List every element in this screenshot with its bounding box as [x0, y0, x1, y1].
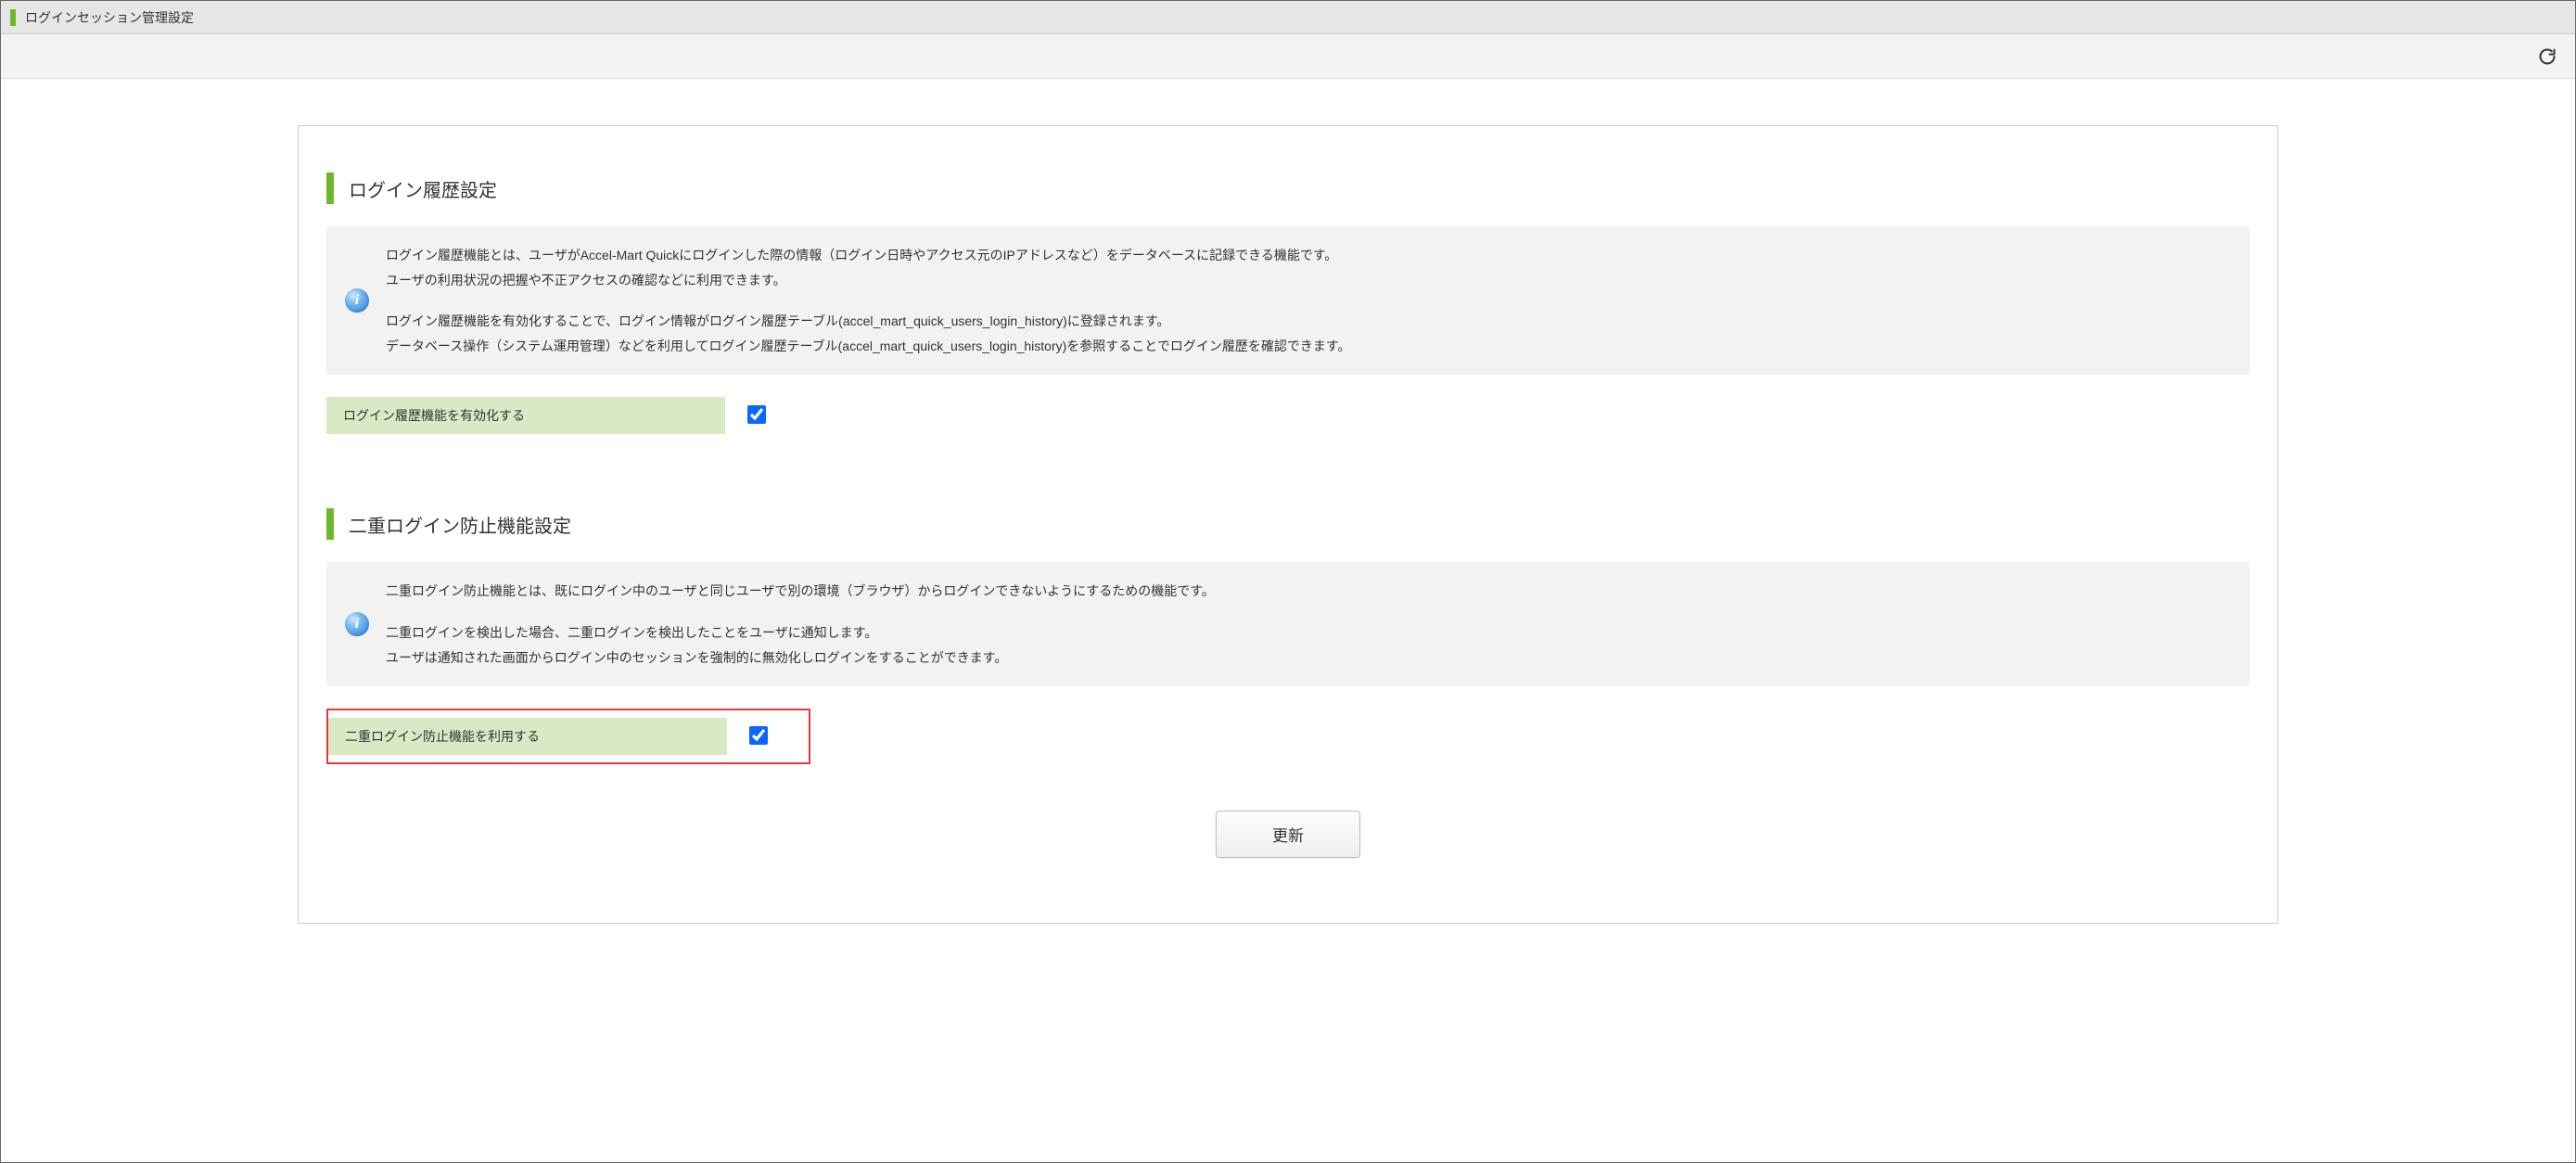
info-icon: i — [345, 612, 369, 636]
section-heading-double-login: 二重ログイン防止機能設定 — [326, 508, 2250, 540]
update-button[interactable]: 更新 — [1216, 811, 1360, 858]
app-frame: ログインセッション管理設定 ログイン履歴設定 i ログイン履歴機能とは、ユーザが… — [0, 0, 2576, 1163]
section-title-login-history: ログイン履歴設定 — [349, 175, 497, 202]
info-text-login-history: ログイン履歴機能とは、ユーザがAccel-Mart Quickにログインした際の… — [386, 243, 2231, 358]
field-label-login-history-enable: ログイン履歴機能を有効化する — [326, 397, 725, 434]
checkbox-double-login-enable[interactable] — [749, 726, 768, 745]
title-accent — [10, 9, 16, 26]
info-line: ユーザの利用状況の把握や不正アクセスの確認などに利用できます。 — [386, 268, 2231, 293]
section-heading-login-history: ログイン履歴設定 — [326, 173, 2250, 204]
section-title-double-login: 二重ログイン防止機能設定 — [349, 511, 571, 538]
settings-panel: ログイン履歴設定 i ログイン履歴機能とは、ユーザがAccel-Mart Qui… — [298, 125, 2278, 924]
section-accent — [326, 173, 334, 204]
info-line: 二重ログインを検出した場合、二重ログインを検出したことをユーザに通知します。 — [386, 620, 2231, 645]
page-title: ログインセッション管理設定 — [25, 8, 194, 27]
info-text-double-login: 二重ログイン防止機能とは、既にログイン中のユーザと同じユーザで別の環境（ブラウザ… — [386, 579, 2231, 670]
field-row-login-history-enable: ログイン履歴機能を有効化する — [326, 397, 2250, 434]
section-accent — [326, 508, 334, 540]
action-row: 更新 — [326, 811, 2250, 858]
refresh-icon[interactable] — [2538, 47, 2557, 66]
field-control — [725, 405, 766, 427]
info-line: データベース操作（システム運用管理）などを利用してログイン履歴テーブル(acce… — [386, 334, 2231, 359]
info-line: 二重ログイン防止機能とは、既にログイン中のユーザと同じユーザで別の環境（ブラウザ… — [386, 579, 2231, 604]
info-box-double-login: i 二重ログイン防止機能とは、既にログイン中のユーザと同じユーザで別の環境（ブラ… — [326, 562, 2250, 686]
info-line: ログイン履歴機能を有効化することで、ログイン情報がログイン履歴テーブル(acce… — [386, 309, 2231, 334]
field-control — [727, 726, 768, 748]
checkbox-login-history-enable[interactable] — [747, 405, 766, 424]
info-box-login-history: i ログイン履歴機能とは、ユーザがAccel-Mart Quickにログインした… — [326, 226, 2250, 375]
highlight-box: 二重ログイン防止機能を利用する — [326, 709, 810, 764]
field-label-double-login-enable: 二重ログイン防止機能を利用する — [328, 718, 727, 755]
title-bar: ログインセッション管理設定 — [1, 1, 2575, 34]
highlighted-field-double-login: 二重ログイン防止機能を利用する — [326, 709, 2250, 764]
info-line: ユーザは通知された画面からログイン中のセッションを強制的に無効化しログインをする… — [386, 645, 2231, 671]
info-icon: i — [345, 288, 369, 313]
content-area: ログイン履歴設定 i ログイン履歴機能とは、ユーザがAccel-Mart Qui… — [1, 79, 2575, 961]
toolbar — [1, 34, 2575, 79]
info-line: ログイン履歴機能とは、ユーザがAccel-Mart Quickにログインした際の… — [386, 243, 2231, 268]
